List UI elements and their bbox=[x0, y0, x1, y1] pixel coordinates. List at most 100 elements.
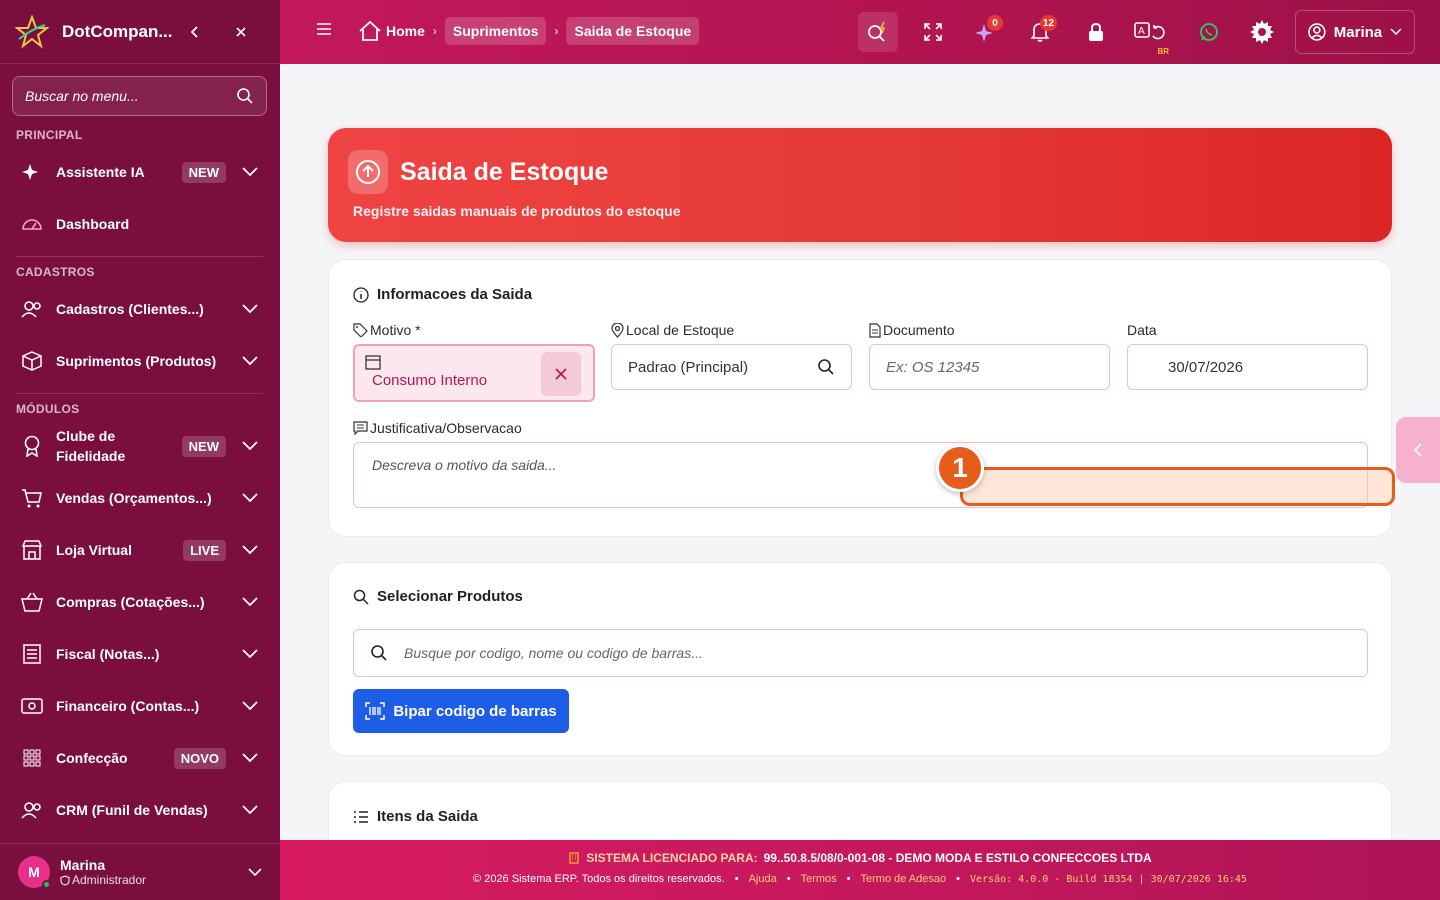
side-panel-toggle[interactable] bbox=[1396, 417, 1440, 483]
sidebar-item-clube-fidelidade[interactable]: Clube de Fidelidade NEW bbox=[0, 422, 280, 470]
data-input[interactable]: 30/07/2026 bbox=[1127, 344, 1368, 390]
document-icon bbox=[869, 322, 881, 338]
footer-dot-separator: • bbox=[956, 873, 960, 885]
hamburger-menu-icon[interactable] bbox=[316, 22, 332, 41]
justificativa-placeholder: Descreva o motivo da saida... bbox=[372, 457, 557, 473]
chevron-down-icon bbox=[240, 304, 260, 314]
ai-sparkle-button[interactable]: 0 bbox=[966, 12, 1006, 52]
chevron-down-icon bbox=[240, 167, 260, 177]
topbar: Home › Suprimentos › Saida de Estoque 0 … bbox=[280, 0, 1440, 64]
sidebar-item-label: Loja Virtual bbox=[56, 542, 132, 558]
lock-icon bbox=[1089, 23, 1103, 41]
section-title-principal: PRINCIPAL bbox=[16, 128, 83, 142]
documento-input[interactable]: Ex: OS 12345 bbox=[869, 344, 1110, 390]
sidebar-header: DotCompan... bbox=[0, 0, 280, 64]
tag-icon bbox=[353, 323, 368, 337]
collapse-sidebar-icon[interactable] bbox=[182, 19, 208, 45]
documento-label-text: Documento bbox=[883, 322, 955, 338]
footer-link-termo-adesao[interactable]: Termo de Adesao bbox=[861, 873, 947, 885]
sidebar-item-label: Vendas (Orçamentos...) bbox=[56, 490, 212, 506]
motivo-select[interactable]: Consumo Interno bbox=[353, 344, 595, 402]
local-estoque-field[interactable]: Padrao (Principal) bbox=[611, 344, 852, 390]
breadcrumb-label: Home bbox=[386, 23, 425, 39]
fullscreen-button[interactable] bbox=[913, 12, 953, 52]
motivo-label: Motivo * bbox=[353, 322, 421, 338]
sidebar-item-assistente-ia[interactable]: Assistente IA NEW bbox=[0, 148, 280, 196]
footer: SISTEMA LICENCIADO PARA: 99..50.8.5/08/0… bbox=[280, 840, 1440, 900]
scan-barcode-button[interactable]: Bipar codigo de barras bbox=[353, 689, 569, 733]
user-menu-button[interactable]: Marina bbox=[1295, 10, 1415, 54]
translate-button[interactable]: A BR bbox=[1131, 12, 1171, 56]
new-badge: NEW bbox=[181, 435, 226, 457]
whatsapp-button[interactable] bbox=[1189, 12, 1229, 52]
sidebar-item-dashboard[interactable]: Dashboard bbox=[0, 200, 280, 248]
sidebar-divider bbox=[16, 256, 263, 257]
search-icon[interactable] bbox=[817, 358, 835, 376]
chevron-down-icon bbox=[240, 649, 260, 659]
global-search-button[interactable] bbox=[858, 12, 898, 52]
lock-button[interactable] bbox=[1076, 12, 1116, 52]
sidebar-search-placeholder: Buscar no menu... bbox=[25, 88, 139, 104]
brand-name: DotCompan... bbox=[62, 21, 173, 41]
sidebar-item-loja-virtual[interactable]: Loja Virtual LIVE bbox=[0, 526, 280, 574]
gear-icon bbox=[1250, 20, 1274, 44]
breadcrumb-suprimentos[interactable]: Suprimentos bbox=[444, 17, 547, 45]
sidebar-user-menu[interactable]: M Marina Administrador bbox=[0, 843, 280, 900]
sidebar-item-cadastros[interactable]: Cadastros (Clientes...) bbox=[0, 285, 280, 333]
sidebar-item-crm[interactable]: CRM (Funil de Vendas) bbox=[0, 786, 280, 834]
avatar-initial: M bbox=[28, 864, 40, 880]
local-estoque-value: Padrao (Principal) bbox=[628, 358, 749, 376]
chevron-down-icon bbox=[240, 545, 260, 555]
local-label-text: Local de Estoque bbox=[626, 322, 735, 338]
shield-icon bbox=[60, 874, 70, 886]
clear-motivo-button[interactable] bbox=[541, 352, 581, 396]
notifications-button[interactable]: 12 bbox=[1020, 12, 1060, 52]
search-icon bbox=[237, 88, 253, 104]
sidebar-item-label: Fiscal (Notas...) bbox=[56, 646, 160, 662]
chevron-down-icon bbox=[240, 805, 260, 815]
notifications-count-badge: 12 bbox=[1039, 15, 1057, 31]
sidebar-search-input[interactable]: Buscar no menu... bbox=[12, 76, 267, 116]
chevron-left-icon bbox=[1413, 443, 1422, 457]
sidebar-item-compras[interactable]: Compras (Cotações...) bbox=[0, 578, 280, 626]
sidebar-item-label: Financeiro (Contas...) bbox=[56, 698, 200, 714]
close-sidebar-icon[interactable] bbox=[228, 19, 254, 45]
product-search-input[interactable]: Busque por codigo, nome ou codigo de bar… bbox=[353, 629, 1368, 677]
local-estoque-label: Local de Estoque bbox=[611, 322, 734, 338]
store-icon bbox=[20, 538, 44, 562]
documento-placeholder: Ex: OS 12345 bbox=[886, 358, 980, 376]
chevron-down-icon bbox=[1390, 28, 1402, 36]
sidebar-item-suprimentos[interactable]: Suprimentos (Produtos) bbox=[0, 337, 280, 385]
sidebar-item-label: Cadastros (Clientes...) bbox=[56, 301, 204, 317]
footer-link-ajuda[interactable]: Ajuda bbox=[749, 873, 777, 885]
box-icon bbox=[20, 349, 44, 373]
gauge-icon bbox=[20, 212, 44, 236]
sidebar-item-label: Assistente IA bbox=[56, 164, 145, 180]
settings-button[interactable] bbox=[1242, 12, 1282, 52]
sidebar-divider bbox=[16, 393, 263, 394]
license-label: SISTEMA LICENCIADO PARA: bbox=[586, 851, 758, 865]
sparkle-icon bbox=[20, 160, 44, 184]
sidebar-item-fiscal[interactable]: Fiscal (Notas...) bbox=[0, 630, 280, 678]
cart-icon bbox=[20, 486, 44, 510]
close-icon bbox=[555, 368, 567, 380]
select-products-card: Selecionar Produtos Busque por codigo, n… bbox=[328, 562, 1392, 756]
money-icon bbox=[20, 694, 44, 718]
sidebar-item-vendas[interactable]: Vendas (Orçamentos...) bbox=[0, 474, 280, 522]
chevron-down-icon bbox=[248, 863, 262, 881]
user-name: Marina bbox=[60, 857, 106, 873]
sidebar-item-financeiro[interactable]: Financeiro (Contas...) bbox=[0, 682, 280, 730]
sidebar-item-confeccao[interactable]: Confecção NOVO bbox=[0, 734, 280, 782]
footer-link-termos[interactable]: Termos bbox=[801, 873, 837, 885]
search-bolt-icon bbox=[868, 21, 886, 42]
page-title: Saida de Estoque bbox=[400, 158, 609, 186]
data-value: 30/07/2026 bbox=[1168, 358, 1244, 376]
language-code: BR bbox=[1157, 47, 1169, 56]
section-title-cadastros: CADASTROS bbox=[16, 265, 95, 279]
breadcrumb-home[interactable]: Home bbox=[358, 20, 425, 42]
section-title-modulos: MÓDULOS bbox=[16, 402, 80, 416]
callout-number: 1 bbox=[936, 444, 984, 492]
card-title: Itens da Saida bbox=[353, 808, 478, 825]
chevron-down-icon bbox=[240, 493, 260, 503]
search-icon bbox=[353, 589, 369, 605]
